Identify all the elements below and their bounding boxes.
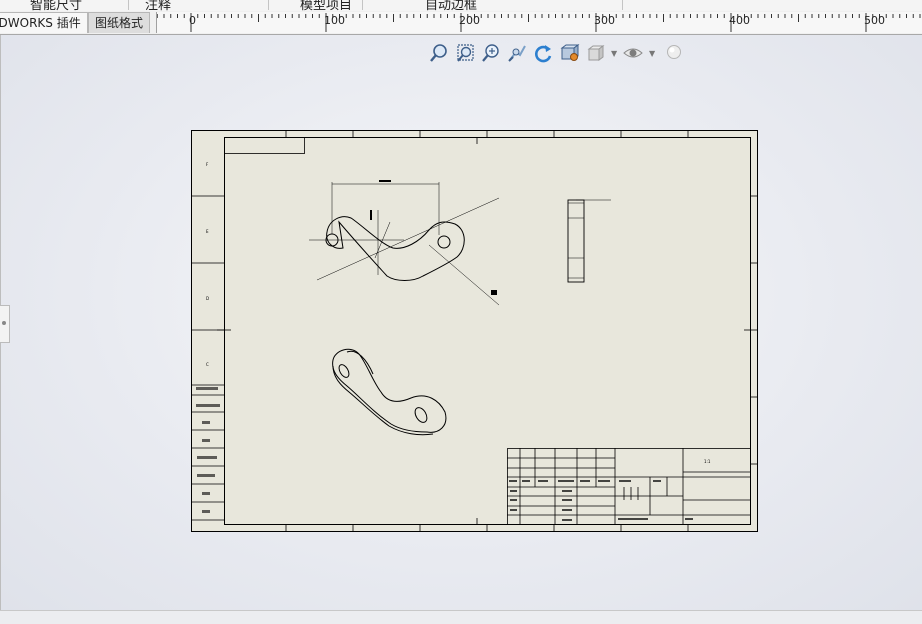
status-bar bbox=[0, 610, 922, 624]
command-label-2[interactable]: 注释 bbox=[145, 0, 171, 11]
separator bbox=[268, 0, 269, 10]
sheet-drawing: F E D C 1:1 bbox=[191, 130, 758, 532]
separator bbox=[622, 0, 623, 10]
ruler-label: 500 bbox=[864, 14, 885, 27]
previous-view-icon[interactable] bbox=[506, 42, 528, 64]
chevron-down-icon[interactable]: ▼ bbox=[611, 49, 617, 58]
panel-collapse-handle[interactable] bbox=[0, 305, 10, 343]
ruler-label: 300 bbox=[594, 14, 615, 27]
command-label-4[interactable]: 自动边框 bbox=[425, 0, 477, 11]
chevron-down-icon[interactable]: ▼ bbox=[649, 49, 655, 58]
rotate-view-icon[interactable] bbox=[532, 42, 554, 64]
ruler-label: 200 bbox=[459, 14, 480, 27]
tab-sheet-format[interactable]: 图纸格式 bbox=[88, 12, 151, 33]
zoom-in-out-icon[interactable] bbox=[480, 42, 502, 64]
command-label-1[interactable]: 智能尺寸 bbox=[30, 0, 82, 11]
command-label-3[interactable]: 模型项目 bbox=[300, 0, 352, 11]
tab-solidworks-addins[interactable]: IDWORKS 插件 bbox=[0, 12, 88, 33]
zoom-to-area-icon[interactable] bbox=[454, 42, 476, 64]
ruler-label: 400 bbox=[729, 14, 750, 27]
zone-letter: D bbox=[206, 296, 209, 301]
horizontal-ruler: 0 100 200 300 400 500 bbox=[156, 12, 922, 33]
hide-show-items-icon[interactable] bbox=[622, 42, 644, 64]
separator bbox=[128, 0, 129, 10]
tab-row: IDWORKS 插件 图纸格式 0 100 200 300 400 500 bbox=[0, 11, 922, 35]
title-block-scale: 1:1 bbox=[704, 459, 711, 464]
drawing-sheet[interactable]: F E D C 1:1 bbox=[191, 130, 758, 532]
display-style-icon[interactable] bbox=[584, 42, 606, 64]
ruler-label: 0 bbox=[189, 14, 196, 27]
ruler-ticks: 0 100 200 300 400 500 bbox=[156, 13, 921, 32]
view-orientation-icon[interactable] bbox=[558, 42, 580, 64]
scene-icon[interactable] bbox=[663, 42, 685, 64]
zone-letter: C bbox=[206, 362, 209, 367]
zoom-to-fit-icon[interactable] bbox=[428, 42, 450, 64]
ruler-label: 100 bbox=[324, 14, 345, 27]
separator bbox=[362, 0, 363, 10]
